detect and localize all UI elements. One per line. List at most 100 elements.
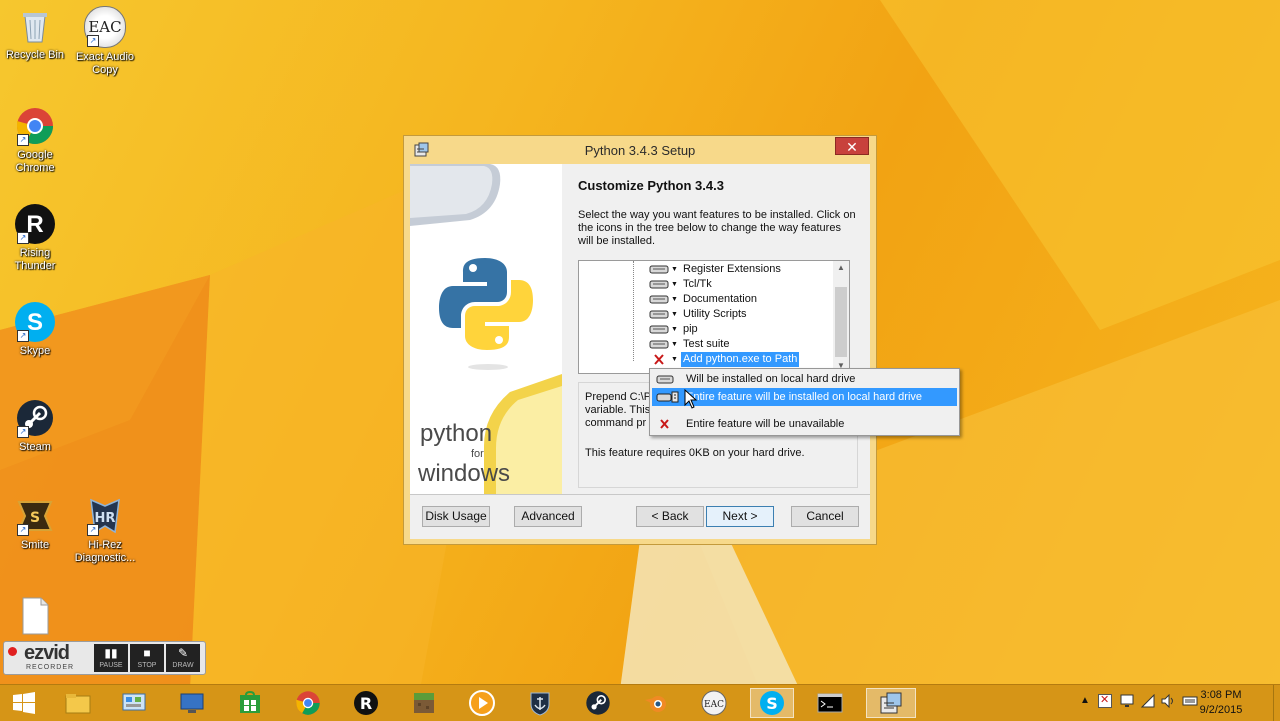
recycle-bin-icon xyxy=(15,6,55,46)
drive-icon[interactable] xyxy=(649,279,669,290)
tree-scrollbar[interactable]: ▲ ▼ xyxy=(833,261,849,373)
feature-requirement: This feature requires 0KB on your hard d… xyxy=(585,447,805,459)
setup-app-icon xyxy=(880,692,902,714)
desktop-icon-label: Skype xyxy=(19,345,51,357)
desktop-icon-exact-audio-copy[interactable]: EAC ↗ Exact Audio Copy xyxy=(70,6,140,77)
banner-python-text: python xyxy=(420,420,493,447)
taskbar-control-panel[interactable] xyxy=(112,688,156,718)
button-separator xyxy=(410,494,870,495)
drive-icon[interactable] xyxy=(649,339,669,350)
desktop-icon-label: Recycle Bin xyxy=(5,49,65,61)
clock-time: 3:08 PM xyxy=(1200,689,1242,701)
taskbar-command-prompt[interactable] xyxy=(808,688,852,718)
desktop-icon-label: Rising Thunder xyxy=(14,247,56,272)
desktop-icon-skype[interactable]: S ↗ Skype xyxy=(0,302,70,358)
tree-item-test-suite[interactable]: ▼ Test suite xyxy=(649,337,731,352)
drive-icon[interactable] xyxy=(649,309,669,320)
tree-item-pip[interactable]: ▼ pip xyxy=(649,322,700,337)
python-banner: python for windows xyxy=(410,164,562,494)
back-button[interactable]: < Back xyxy=(636,506,704,527)
desktop-icon-hi-rez-diagnostic[interactable]: HR ↗ Hi-Rez Diagnostic... xyxy=(70,496,140,565)
chevron-down-icon[interactable]: ▼ xyxy=(671,337,678,352)
x-icon[interactable] xyxy=(649,354,669,365)
desktop-icon-recycle-bin[interactable]: Recycle Bin xyxy=(0,6,70,62)
next-button[interactable]: Next > xyxy=(706,506,774,527)
desktop-icon-rising-thunder[interactable]: R ↗ Rising Thunder xyxy=(0,204,70,273)
taskbar-steam[interactable] xyxy=(576,688,620,718)
eac-icon: EAC ↗ xyxy=(84,6,126,48)
banner-windows-text: windows xyxy=(418,460,511,487)
network-icon[interactable] xyxy=(1120,694,1134,708)
taskbar-eac[interactable]: EAC xyxy=(692,688,736,718)
taskbar-chrome[interactable] xyxy=(286,688,330,718)
drive-icon[interactable] xyxy=(649,294,669,305)
desktop-icon-steam[interactable]: ↗ Steam xyxy=(0,398,70,454)
chrome-icon xyxy=(296,691,320,715)
desktop-icon-google-chrome[interactable]: ↗ Google Chrome xyxy=(0,106,70,175)
scroll-up-icon[interactable]: ▲ xyxy=(833,261,849,275)
disk-usage-button[interactable]: Disk Usage xyxy=(422,506,490,527)
tree-item-documentation[interactable]: ▼ Documentation xyxy=(649,292,759,307)
desktop-icon-file[interactable] xyxy=(0,596,70,639)
svg-text:EAC: EAC xyxy=(704,700,724,710)
start-button[interactable] xyxy=(2,688,46,718)
wifi-icon[interactable] xyxy=(1140,693,1155,708)
taskbar-desktop-app[interactable] xyxy=(170,688,214,718)
folder-icon xyxy=(65,694,91,714)
draw-button[interactable]: ✎ DRAW xyxy=(166,644,200,672)
pause-button[interactable]: ▮▮ PAUSE xyxy=(94,644,128,672)
taskbar-rising-thunder[interactable]: R xyxy=(344,688,388,718)
rising-thunder-icon: R xyxy=(354,691,378,715)
drive-icon[interactable] xyxy=(649,264,669,275)
skype-icon: S ↗ xyxy=(15,302,55,342)
desktop-icon-label: Smite xyxy=(20,539,50,551)
taskbar-minecraft[interactable] xyxy=(402,688,446,718)
volume-icon[interactable] xyxy=(1161,693,1175,709)
scroll-thumb[interactable] xyxy=(835,287,847,357)
chevron-down-icon[interactable]: ▼ xyxy=(671,277,678,292)
action-center-icon[interactable]: ✕ xyxy=(1098,694,1112,708)
steam-icon: ↗ xyxy=(15,398,55,438)
taskbar-world-of-warships[interactable] xyxy=(518,688,562,718)
taskbar-python-setup[interactable] xyxy=(866,688,916,718)
taskbar-media-player[interactable] xyxy=(460,688,504,718)
tree-item-tcl-tk[interactable]: ▼ Tcl/Tk xyxy=(649,277,714,292)
taskbar-file-explorer[interactable] xyxy=(56,688,100,718)
taskbar-skype[interactable]: S xyxy=(750,688,794,718)
skype-icon: S xyxy=(760,691,784,715)
taskbar: R EAC S ▲ ✕ 3:08 PM 9/2/2015 xyxy=(0,684,1280,721)
blender-icon xyxy=(645,696,666,712)
stop-button[interactable]: ■ STOP xyxy=(130,644,164,672)
pen-icon: ✎ xyxy=(177,646,189,660)
ezvid-recorder-widget: ezvid RECORDER ▮▮ PAUSE ■ STOP ✎ DRAW xyxy=(3,641,206,675)
chevron-down-icon[interactable]: ▼ xyxy=(671,262,678,277)
advanced-button[interactable]: Advanced xyxy=(514,506,582,527)
monitor-icon xyxy=(180,693,204,713)
desktop-icon-smite[interactable]: S ↗ Smite xyxy=(0,496,70,552)
tree-item-register-extensions[interactable]: ▼ Register Extensions xyxy=(649,262,783,277)
drive-icon[interactable] xyxy=(649,324,669,335)
chevron-down-icon[interactable]: ▼ xyxy=(671,292,678,307)
chevron-down-icon[interactable]: ▼ xyxy=(671,352,678,367)
taskbar-store[interactable] xyxy=(228,688,272,718)
chevron-down-icon[interactable]: ▼ xyxy=(671,307,678,322)
show-hidden-icons[interactable]: ▲ xyxy=(1080,695,1090,706)
system-clock[interactable]: 3:08 PM 9/2/2015 xyxy=(1186,688,1256,718)
feature-tree[interactable]: ▼ Register Extensions ▼ Tcl/Tk ▼ Documentat… xyxy=(578,260,850,374)
chevron-down-icon[interactable]: ▼ xyxy=(671,322,678,337)
smite-icon: S ↗ xyxy=(15,496,55,536)
desktop-icon-label: Google Chrome xyxy=(15,149,55,174)
anchor-shield-icon xyxy=(530,692,550,716)
svg-text:S: S xyxy=(766,694,778,713)
cancel-button[interactable]: Cancel xyxy=(791,506,859,527)
menu-item-install-local[interactable]: Will be installed on local hard drive xyxy=(652,370,957,388)
show-desktop-button[interactable] xyxy=(1273,685,1280,721)
menu-item-unavailable[interactable]: Entire feature will be unavailable xyxy=(652,415,957,433)
close-button[interactable]: ✕ xyxy=(835,137,869,155)
record-indicator-icon xyxy=(8,647,17,656)
tree-connector-line xyxy=(633,261,635,361)
dialog-title-bar[interactable]: Python 3.4.3 Setup ✕ xyxy=(404,136,876,164)
taskbar-blender[interactable] xyxy=(634,688,678,718)
tree-item-add-python-to-path[interactable]: ▼ Add python.exe to Path xyxy=(649,352,800,367)
tree-item-utility-scripts[interactable]: ▼ Utility Scripts xyxy=(649,307,749,322)
